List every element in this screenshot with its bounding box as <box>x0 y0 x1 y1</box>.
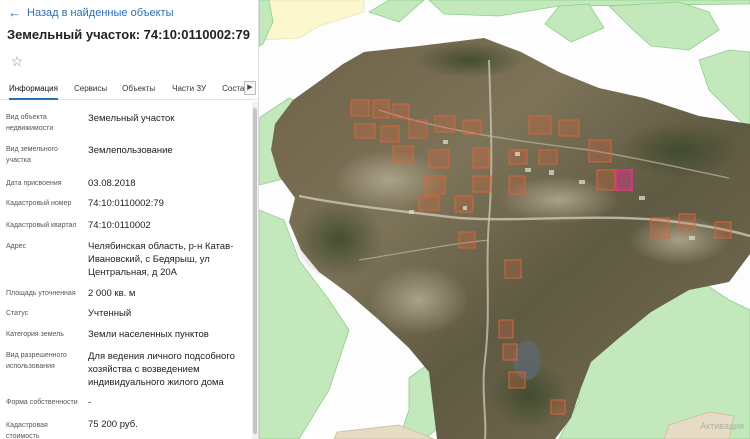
green-zone <box>608 1 720 51</box>
property-label: Кадастровая стоимость <box>6 422 48 439</box>
parcel[interactable] <box>504 259 522 279</box>
parcel[interactable] <box>462 119 482 135</box>
back-link-label: Назад в найденные объекты <box>27 6 174 19</box>
parcel[interactable] <box>588 139 612 163</box>
map-canvas[interactable] <box>259 0 750 439</box>
parcel[interactable] <box>498 319 514 339</box>
parcel[interactable] <box>380 125 400 143</box>
property-value: Учтенный <box>88 308 132 319</box>
parcel[interactable] <box>458 231 476 249</box>
parcel[interactable] <box>428 149 450 169</box>
parcel[interactable] <box>408 119 428 139</box>
property-value: Земельный участок <box>88 113 175 124</box>
tab-objects[interactable]: Объекты <box>122 79 155 99</box>
parcel[interactable] <box>538 149 558 165</box>
property-label: Кадастровый номер <box>6 200 72 207</box>
parcel[interactable] <box>502 343 518 361</box>
property-label: Вид объекта недвижимости <box>6 114 54 132</box>
parcel[interactable] <box>678 213 696 231</box>
parcel[interactable] <box>550 399 566 415</box>
property-value: 74:10:0110002 <box>88 220 151 231</box>
parcel[interactable] <box>392 103 410 119</box>
tab-services[interactable]: Сервисы <box>74 79 107 99</box>
property-value: 03.08.2018 <box>88 178 136 189</box>
arrow-left-icon: ← <box>8 5 21 20</box>
tab-land-parts[interactable]: Части ЗУ <box>172 79 206 99</box>
green-zone <box>368 0 425 23</box>
property-value: 2 000 кв. м <box>88 288 136 299</box>
property-label: Площадь уточненная <box>6 290 76 297</box>
property-value: Землепользование <box>88 145 173 156</box>
property-value: 74:10:0110002:79 <box>88 198 164 209</box>
yellow-zone <box>259 0 365 41</box>
properties-scrollbar-thumb[interactable] <box>253 108 257 434</box>
property-label: Вид разрешенного использования <box>6 352 67 370</box>
terrain-forest <box>619 122 739 178</box>
terrain-forest <box>294 200 384 280</box>
page-title: Земельный участок: 74:10:0110002:79 <box>7 27 250 42</box>
back-to-results-link[interactable]: ← Назад в найденные объекты <box>8 6 174 19</box>
watermark-text: Активация <box>700 421 744 431</box>
cadastral-map[interactable]: Активация <box>259 0 750 439</box>
parcel[interactable] <box>558 119 580 137</box>
property-value: Земли населенных пунктов <box>88 329 209 340</box>
parcel[interactable] <box>434 115 456 133</box>
terrain-field <box>369 265 469 335</box>
property-label: Категория земель <box>6 331 64 338</box>
property-label: Вид земельного участка <box>6 146 58 164</box>
property-value: 75 200 руб. <box>88 419 138 430</box>
parcel[interactable] <box>472 175 492 193</box>
parcel[interactable] <box>508 175 526 195</box>
parcel[interactable] <box>528 115 552 135</box>
property-value: Для ведения личного подсобного хозяйства… <box>88 351 235 388</box>
parcel[interactable] <box>650 217 670 239</box>
parcel[interactable] <box>472 147 490 169</box>
parcel[interactable] <box>418 195 440 211</box>
tab-bar: Информация Сервисы Объекты Части ЗУ Сост… <box>0 79 258 100</box>
parcel[interactable] <box>596 169 616 191</box>
terrain-forest <box>414 42 524 78</box>
parcel[interactable] <box>372 99 390 119</box>
property-value: - <box>88 397 92 408</box>
property-label: Адрес <box>6 243 27 250</box>
property-label: Статус <box>6 310 29 317</box>
parcel[interactable] <box>508 371 526 389</box>
parcel[interactable] <box>392 145 414 163</box>
star-outline-icon[interactable]: ☆ <box>9 53 25 69</box>
parcel[interactable] <box>350 99 370 117</box>
parcel[interactable] <box>354 123 376 139</box>
property-value: Челябинская область, р-н Катав-Ивановски… <box>88 241 234 278</box>
selected-parcel[interactable] <box>615 169 633 191</box>
property-label: Дата присвоения <box>6 180 62 187</box>
green-zone <box>544 3 605 43</box>
info-panel: ← Назад в найденные объекты Земельный уч… <box>0 0 259 439</box>
property-label: Форма собственности <box>6 399 78 406</box>
property-label: Кадастровый квартал <box>6 222 77 229</box>
parcel[interactable] <box>714 221 732 239</box>
parcel[interactable] <box>424 175 446 195</box>
chevron-right-icon[interactable]: ▶ <box>244 81 256 95</box>
tab-information[interactable]: Информация <box>9 79 58 100</box>
